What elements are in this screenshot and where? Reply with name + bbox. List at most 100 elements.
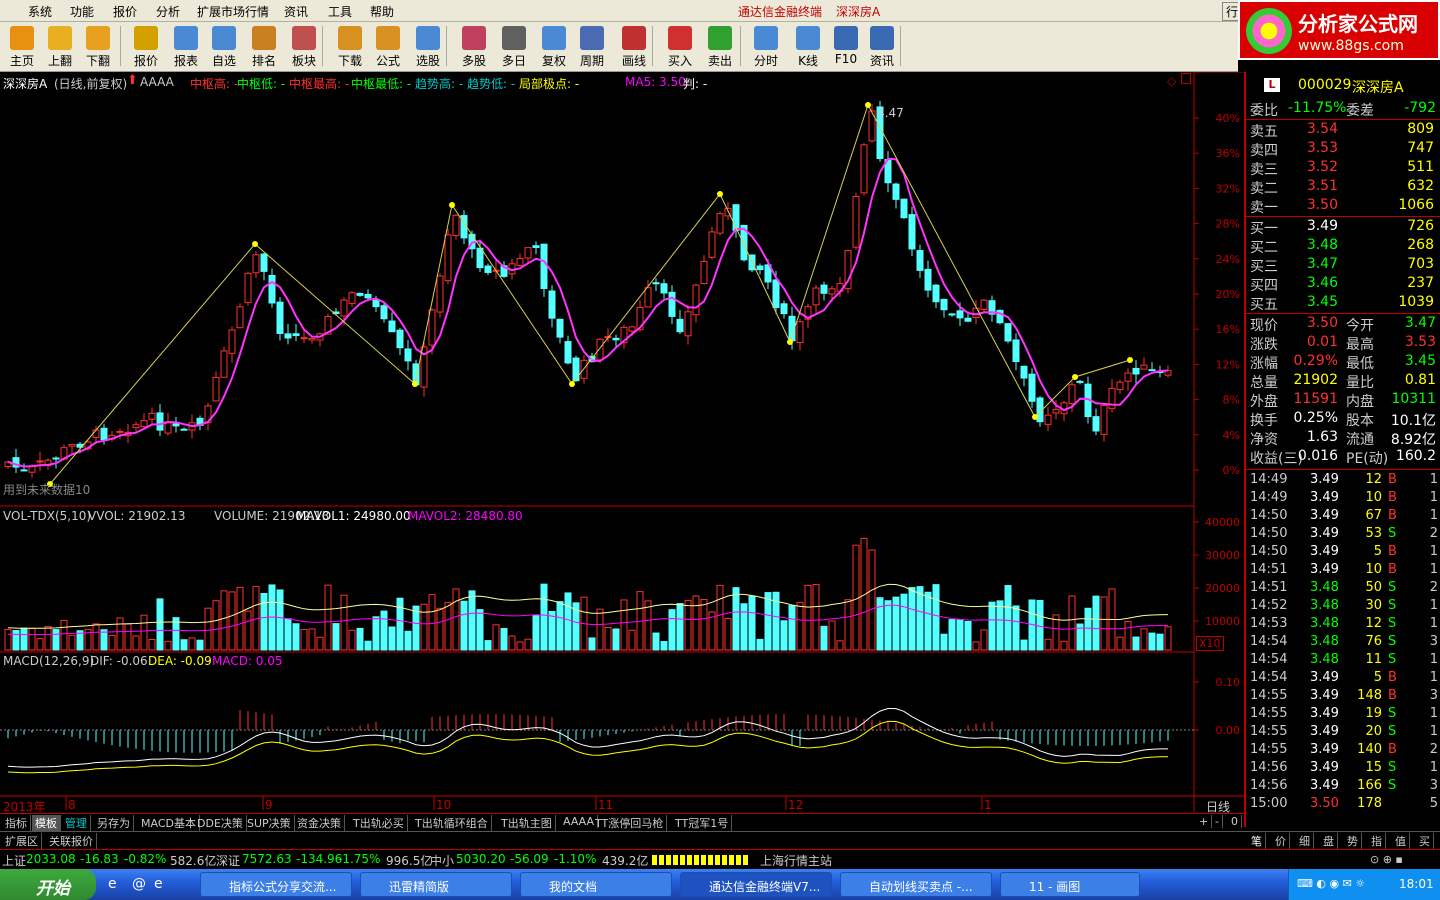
menu-news[interactable]: 资讯: [284, 3, 308, 20]
ext-tab-area[interactable]: 扩展区: [2, 833, 42, 849]
toolbar-button-14[interactable]: 周期: [572, 24, 612, 70]
toolbar-button-20[interactable]: F10: [826, 24, 866, 70]
start-button[interactable]: 开始: [0, 869, 96, 900]
ext-tab-related[interactable]: 关联报价: [46, 833, 97, 849]
toolbar-button-0[interactable]: 主页: [2, 24, 42, 70]
tick-volume: 10: [1365, 490, 1382, 505]
stat-label: 现价: [1250, 318, 1278, 334]
volume-bar: [316, 636, 324, 651]
formula-tab-10[interactable]: T出轨主图: [498, 815, 556, 831]
menu-function[interactable]: 功能: [70, 3, 94, 20]
formula-tab-4[interactable]: MACD基本: [138, 815, 200, 831]
maximize-box[interactable]: [1181, 73, 1191, 84]
stat-value-2: 8.92亿: [1390, 432, 1436, 448]
toolbar-button-9[interactable]: 公式: [368, 24, 408, 70]
right-tab-0[interactable]: 笔: [1248, 833, 1266, 849]
formula-tab-1[interactable]: 模板: [32, 815, 61, 831]
tick-side: S: [1388, 616, 1397, 631]
toolbar-button-18[interactable]: 分时: [746, 24, 786, 70]
formula-tab-3[interactable]: 另存为: [94, 815, 134, 831]
candle-body: [628, 326, 636, 332]
y-tick-label: 20%: [1216, 288, 1240, 301]
menu-ext-market[interactable]: 扩展市场行情: [197, 3, 269, 20]
task-button-2[interactable]: 我的文档: [520, 872, 672, 897]
tick-price: 3.49: [1310, 490, 1339, 505]
toolbar-button-10[interactable]: 选股: [408, 24, 448, 70]
task-button-5[interactable]: 11 - 画图: [1000, 872, 1140, 897]
right-tab-3[interactable]: 盘: [1320, 833, 1338, 849]
tick-volume: 148: [1357, 688, 1382, 703]
y-tick-label: 24%: [1216, 253, 1240, 266]
tick-side: S: [1388, 706, 1397, 721]
formula-tab-0[interactable]: 指标: [2, 815, 31, 831]
toolbar-button-8[interactable]: 下载: [330, 24, 370, 70]
dea-line: [7, 720, 1169, 774]
toolbar-button-19[interactable]: K线: [788, 24, 828, 70]
toolbar-button-4[interactable]: 报表: [166, 24, 206, 70]
menu-analysis[interactable]: 分析: [156, 3, 180, 20]
toolbar-button-13[interactable]: 复权: [534, 24, 574, 70]
toolbar-button-3[interactable]: 报价: [126, 24, 166, 70]
toolbar-button-12[interactable]: 多日: [494, 24, 534, 70]
formula-tab-8[interactable]: T出轨必买: [350, 815, 408, 831]
formula-tab-9[interactable]: T出轨循环组合: [412, 815, 492, 831]
menu-quote[interactable]: 报价: [113, 3, 137, 20]
menu-help[interactable]: 帮助: [370, 3, 394, 20]
tick-volume: 178: [1357, 796, 1382, 811]
stat-value-2: 10.1亿: [1390, 413, 1436, 429]
candle-body: [540, 243, 548, 289]
toolbar-button-21[interactable]: 资讯: [862, 24, 902, 70]
menu-tools[interactable]: 工具: [328, 3, 352, 20]
toolbar-icon-20: [834, 26, 858, 50]
tick-time: 14:53: [1250, 616, 1288, 631]
browser-icon[interactable]: @: [132, 876, 146, 892]
right-tab-1[interactable]: 价: [1272, 833, 1290, 849]
candle-body: [292, 333, 300, 337]
task-button-0[interactable]: 指标公式分享交流...: [200, 872, 352, 897]
toolbar-button-16[interactable]: 买入: [660, 24, 700, 70]
task-button-4[interactable]: 自动划线买卖点 -...: [840, 872, 992, 897]
menu-system[interactable]: 系统: [28, 3, 52, 20]
right-tab-5[interactable]: 指: [1368, 833, 1386, 849]
toolbar-button-15[interactable]: 画线: [614, 24, 654, 70]
tick-price: 3.49: [1310, 742, 1339, 757]
toolbar-button-11[interactable]: 多股: [454, 24, 494, 70]
task-button-1[interactable]: 迅雷精简版: [360, 872, 512, 897]
volume-bar: [308, 628, 316, 651]
formula-tab-13[interactable]: TT冠军1号: [672, 815, 733, 831]
tab-control-0[interactable]: +: [1196, 815, 1213, 828]
formula-tab-12[interactable]: TT涨停回马枪: [592, 815, 668, 831]
tab-control-1[interactable]: -: [1212, 815, 1223, 828]
tab-control-2[interactable]: 0: [1228, 815, 1242, 828]
formula-tab-2[interactable]: 管理: [62, 815, 91, 831]
chart-canvas[interactable]: 40% 36% 32% 28% 24% 20% 16% 12% 8% 4% 0% 40000 30000…: [0, 72, 1244, 827]
candle-body: [212, 376, 220, 402]
right-tab-6[interactable]: 值: [1392, 833, 1410, 849]
tray-icons[interactable]: ⌨ ◐ ◉ ✉ ☼: [1297, 877, 1365, 890]
right-tab-2[interactable]: 细: [1296, 833, 1314, 849]
toolbar-button-6[interactable]: 排名: [244, 24, 284, 70]
right-tab-4[interactable]: 势: [1344, 833, 1362, 849]
vol-y-tick-label: 20000: [1205, 582, 1240, 595]
browser2-icon[interactable]: e: [154, 876, 163, 892]
right-tab-7[interactable]: 买: [1416, 833, 1434, 849]
macd-y-tick-label: 0.00: [1216, 724, 1241, 737]
volume-bar: [12, 629, 20, 651]
toolbar-button-5[interactable]: 自选: [204, 24, 244, 70]
toolbar-button-1[interactable]: 上翻: [40, 24, 80, 70]
ie-icon[interactable]: e: [108, 876, 117, 892]
formula-tab-5[interactable]: DDE决策: [194, 815, 247, 831]
formula-tab-6[interactable]: SUP决策: [244, 815, 295, 831]
chart-area[interactable]: 40% 36% 32% 28% 24% 20% 16% 12% 8% 4% 0% 40000 30000…: [0, 72, 1244, 827]
tick-price: 3.48: [1310, 616, 1339, 631]
toolbar-icon-19: [796, 26, 820, 50]
toolbar-button-17[interactable]: 卖出: [700, 24, 740, 70]
formula-tab-7[interactable]: 资金决策: [294, 815, 345, 831]
sell-price: 3.51: [1306, 178, 1338, 194]
toolbar-button-2[interactable]: 下翻: [78, 24, 118, 70]
toolbar-button-7[interactable]: 板块: [284, 24, 324, 70]
volume-bar: [692, 595, 700, 651]
macd-y-tick-label: 0.10: [1216, 676, 1241, 689]
task-button-3[interactable]: 通达信金融终端V7...: [680, 872, 832, 897]
zigzag-point: [412, 381, 418, 387]
